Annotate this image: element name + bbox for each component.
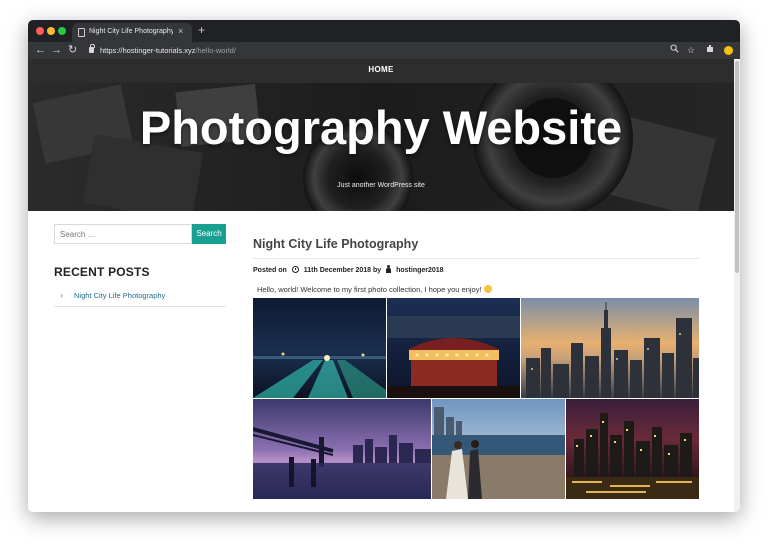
close-window-button[interactable]	[36, 27, 44, 35]
forward-icon[interactable]: →	[51, 44, 62, 57]
document-icon	[78, 28, 85, 37]
zoom-icon[interactable]	[670, 44, 679, 57]
header-banner: Photography Website Just another WordPre…	[28, 83, 734, 211]
page-scrollbar[interactable]	[734, 59, 740, 512]
post-title[interactable]: Night City Life Photography	[253, 236, 418, 252]
address-bar[interactable]: https://hostinger-tutorials.xyz/hello-wo…	[100, 45, 236, 56]
gallery-image-carousel[interactable]	[387, 298, 520, 398]
search-input[interactable]	[54, 224, 192, 244]
lock-icon[interactable]	[89, 44, 95, 53]
extension-icon[interactable]	[706, 44, 715, 57]
bookmark-star-icon[interactable]: ☆	[687, 44, 695, 57]
chevron-right-icon: ›	[60, 290, 63, 300]
maximize-window-button[interactable]	[58, 27, 66, 35]
site-title[interactable]: Photography Website	[28, 101, 734, 155]
tab-title: Night City Life Photography – Ph	[89, 28, 173, 35]
post-author-link[interactable]: hostinger2018	[396, 267, 443, 274]
browser-toolbar: ← → ↻ https://hostinger-tutorials.xyz/he…	[28, 42, 740, 59]
back-icon[interactable]: ←	[35, 44, 46, 57]
post-excerpt-text: Hello, world! Welcome to my first photo …	[257, 285, 482, 294]
url-path: /hello-world/	[195, 46, 236, 55]
gallery-image-couple-waterfront[interactable]	[432, 399, 565, 499]
reload-icon[interactable]: ↻	[68, 44, 77, 57]
site-tagline: Just another WordPress site	[337, 182, 425, 189]
scrollbar-thumb[interactable]	[735, 61, 739, 273]
post-divider	[253, 258, 699, 259]
gallery-image-night-highway[interactable]	[253, 298, 386, 398]
tab-close-icon[interactable]: ×	[178, 26, 183, 37]
browser-tab-bar: Night City Life Photography – Ph × +	[28, 20, 740, 42]
profile-avatar-icon[interactable]	[724, 46, 733, 55]
user-icon	[386, 265, 392, 273]
nav-home-link[interactable]: HOME	[28, 65, 734, 75]
gallery-image-bridge-night[interactable]	[253, 399, 431, 499]
page-viewport: HOME Photography Website Just another Wo…	[28, 59, 740, 512]
post-meta: Posted on 11th December 2018 by hostinge…	[253, 265, 444, 276]
winking-face-emoji-icon	[483, 285, 492, 293]
minimize-window-button[interactable]	[47, 27, 55, 35]
new-tab-button[interactable]: +	[198, 23, 205, 38]
by-label: by	[373, 267, 382, 274]
post-date-link[interactable]: 11th December 2018	[304, 267, 371, 274]
recent-posts-heading: RECENT POSTS	[54, 265, 150, 279]
post-excerpt: Hello, world! Welcome to my first photo …	[257, 285, 492, 295]
browser-window: Night City Life Photography – Ph × + ← →…	[28, 20, 740, 512]
recent-post-item: › Night City Life Photography	[54, 287, 226, 307]
gallery-image-city-skyline-sunset[interactable]	[521, 298, 699, 398]
browser-tab-active[interactable]: Night City Life Photography – Ph ×	[72, 23, 192, 42]
search-button[interactable]: Search	[192, 224, 226, 244]
recent-post-link[interactable]: Night City Life Photography	[74, 291, 165, 301]
url-host: https://hostinger-tutorials.xyz	[100, 46, 196, 55]
gallery-image-city-lights[interactable]	[566, 399, 699, 499]
clock-icon	[291, 266, 299, 273]
posted-on-label: Posted on	[253, 267, 287, 274]
site-navigation: HOME	[28, 59, 734, 83]
